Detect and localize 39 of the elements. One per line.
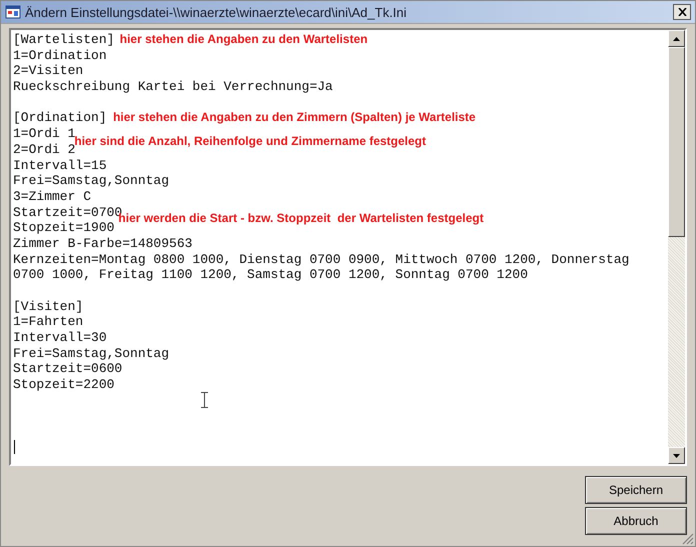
- text-line: Stopzeit=1900: [13, 220, 114, 236]
- text-line: [Wartelisten]: [13, 32, 114, 47]
- text-line: [Visiten]: [13, 298, 84, 314]
- resize-grip-icon[interactable]: [682, 533, 694, 545]
- down-arrow-icon: [673, 454, 680, 458]
- text-line: Stopzeit=2200: [13, 377, 114, 392]
- close-button[interactable]: [673, 4, 691, 20]
- text-line: Frei=Samstag,Sonntag: [13, 346, 170, 361]
- text-line: Zimmer B-Farbe=14809563: [13, 236, 192, 251]
- text-editor[interactable]: [9, 28, 687, 466]
- close-icon: [678, 8, 686, 16]
- text-line: Intervall=15: [13, 158, 107, 172]
- text-caret: [14, 440, 15, 454]
- annotation: hier stehen die Angaben zu den Zimmern (Spalten) je Warteliste: [113, 110, 476, 126]
- text-line: 1=Ordination: [13, 48, 107, 63]
- text-line: Rueckschreibung Kartei bei Verrechnung=Ja: [13, 79, 333, 94]
- text-line: Kernzeiten=Montag 0800 1000, Dienstag 0700 0900, Mittwoch 0700 1200, Donnerstag: [13, 252, 630, 267]
- dialog-button[interactable]: Speichern: [585, 476, 687, 504]
- text-line: 3=Zimmer C: [13, 188, 92, 204]
- up-arrow-icon: [673, 36, 680, 40]
- text-line: 1=Fahrten: [13, 314, 84, 330]
- annotation: hier sind die Anzahl, Reihenfolge und Zimmername festgelegt: [74, 134, 426, 148]
- text-line: Intervall=30: [13, 330, 107, 346]
- scroll-thumb[interactable]: [668, 47, 685, 237]
- text-line: Startzeit=0600: [13, 361, 122, 376]
- scroll-down-button[interactable]: [668, 447, 685, 464]
- window-icon: [5, 4, 21, 20]
- text-line: Frei=Samstag,Sonntag: [13, 173, 170, 188]
- text-line: [Ordination]: [13, 110, 107, 126]
- text-line: 1=Ordi 1: [13, 126, 76, 142]
- text-cursor-icon: [201, 392, 208, 408]
- window-title: Ändern Einstellungsdatei-\\winaerzte\winaerzte\ecard\ini\Ad_Tk.Ini: [25, 4, 408, 20]
- annotation: hier stehen die Angaben zu den Wartelisten: [120, 32, 368, 47]
- scroll-up-button[interactable]: [668, 30, 685, 47]
- text-line: 2=Ordi 2: [13, 142, 76, 157]
- text-line: 0700 1000, Freitag 1100 1200, Samstag 0700 1200, Sonntag 0700 1200: [13, 267, 528, 282]
- dialog-button[interactable]: Abbruch: [585, 507, 687, 535]
- text-line: 2=Visiten: [13, 63, 84, 78]
- scrollbar[interactable]: [668, 30, 685, 464]
